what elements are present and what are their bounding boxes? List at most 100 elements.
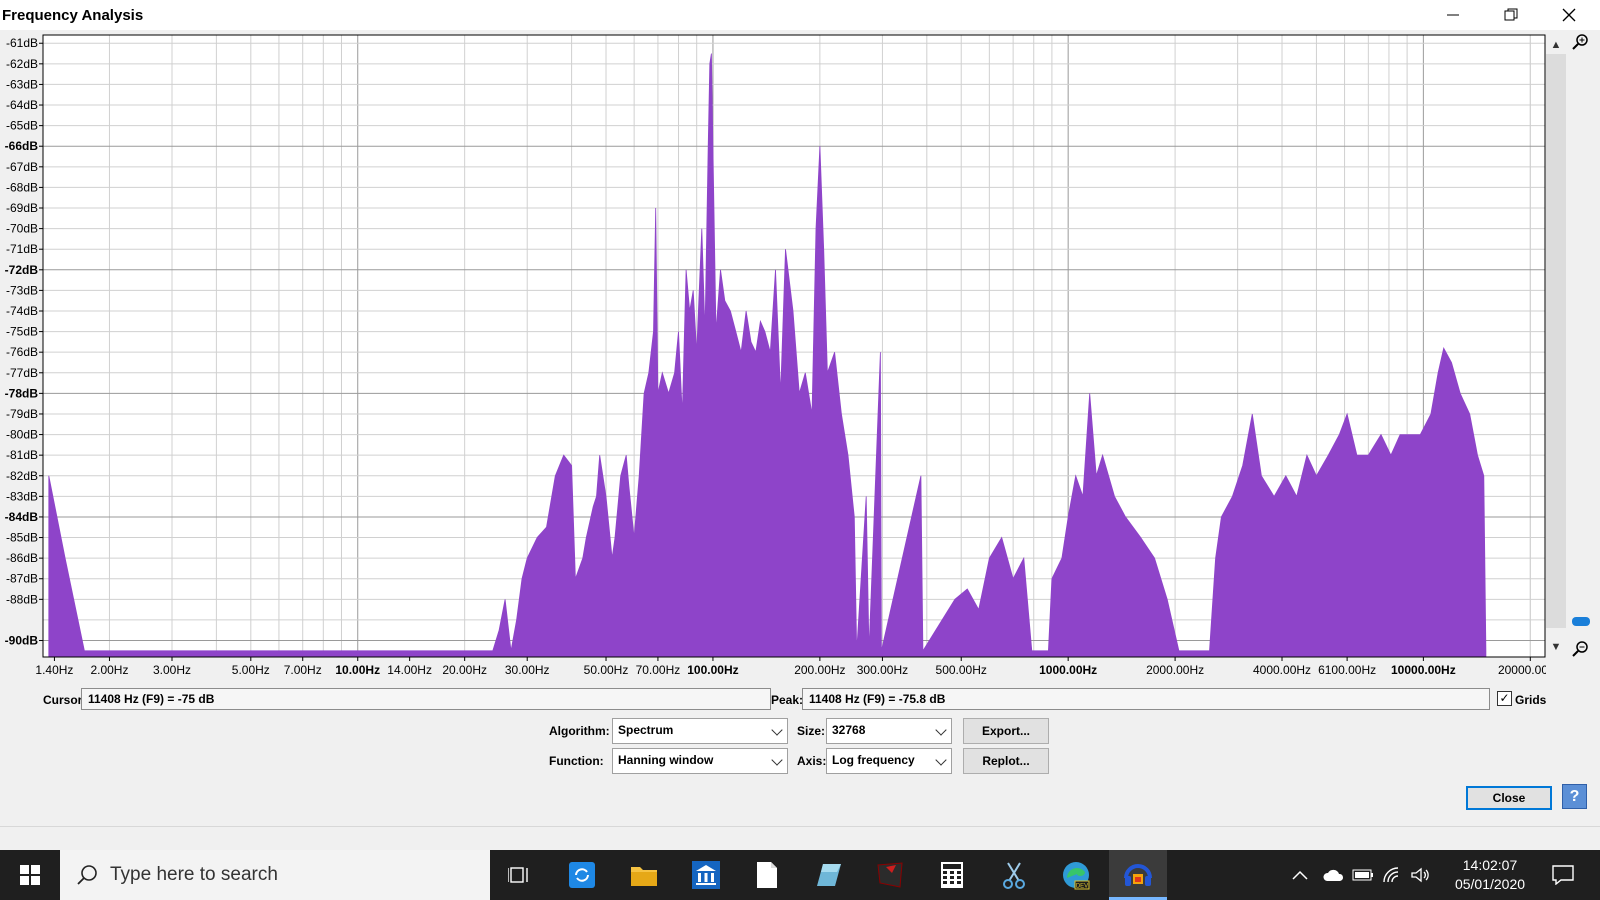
x-tick-label: 2.00Hz bbox=[90, 663, 128, 677]
taskbar-notepad[interactable] bbox=[738, 850, 796, 900]
export-button[interactable]: Export... bbox=[963, 718, 1049, 744]
y-tick-label: -90dB bbox=[5, 634, 39, 648]
editor-app-icon bbox=[817, 864, 841, 886]
taskbar-app-sync[interactable] bbox=[553, 850, 611, 900]
battery-tray[interactable] bbox=[1352, 850, 1374, 900]
svg-text:DEV: DEV bbox=[1076, 884, 1088, 890]
clock-time: 14:02:07 bbox=[1462, 857, 1518, 873]
notification-icon bbox=[1552, 865, 1574, 885]
taskbar-file-explorer[interactable] bbox=[615, 850, 673, 900]
clock-date: 05/01/2020 bbox=[1454, 876, 1526, 892]
x-tick-label: 20000.00Hz bbox=[1498, 663, 1546, 677]
taskbar-app-game[interactable] bbox=[861, 850, 919, 900]
replot-button[interactable]: Replot... bbox=[963, 748, 1049, 774]
y-tick-label: -79dB bbox=[6, 407, 38, 421]
x-tick-label: 10.00Hz bbox=[335, 663, 380, 677]
taskbar-clock[interactable]: 14:02:07 05/01/2020 bbox=[1445, 856, 1535, 894]
taskbar-calculator[interactable] bbox=[923, 850, 981, 900]
x-tick-label: 300.00Hz bbox=[857, 663, 908, 677]
cursor-readout: 11408 Hz (F9) = -75 dB bbox=[81, 688, 771, 710]
y-tick-label: -87dB bbox=[6, 572, 38, 586]
algorithm-select[interactable]: Spectrum bbox=[612, 718, 788, 744]
restore-button[interactable] bbox=[1482, 0, 1540, 30]
y-tick-label: -73dB bbox=[6, 283, 38, 297]
tray-overflow-button[interactable] bbox=[1292, 850, 1308, 900]
game-app-icon bbox=[877, 862, 903, 888]
y-tick-label: -62dB bbox=[6, 57, 38, 71]
y-tick-label: -71dB bbox=[6, 242, 38, 256]
y-tick-label: -81dB bbox=[6, 448, 38, 462]
windows-logo-icon bbox=[20, 865, 40, 885]
document-icon bbox=[757, 862, 777, 888]
minimize-button[interactable] bbox=[1424, 0, 1482, 30]
x-tick-label: 70.00Hz bbox=[636, 663, 681, 677]
grids-checkbox[interactable]: ✓ bbox=[1497, 691, 1512, 706]
audacity-icon bbox=[1124, 863, 1152, 886]
scroll-up-arrow-icon[interactable]: ▲ bbox=[1549, 38, 1563, 52]
zoom-slider-thumb[interactable] bbox=[1572, 617, 1590, 626]
volume-tray[interactable] bbox=[1411, 850, 1431, 900]
action-center-button[interactable] bbox=[1552, 850, 1574, 900]
x-tick-label: 200.00Hz bbox=[794, 663, 845, 677]
search-icon bbox=[77, 865, 97, 885]
y-tick-label: -67dB bbox=[6, 160, 38, 174]
axis-value: Log frequency bbox=[832, 753, 915, 767]
zoom-out-icon[interactable] bbox=[1571, 640, 1589, 658]
peak-label: Peak: bbox=[771, 693, 804, 707]
taskbar-snipping-tool[interactable] bbox=[985, 850, 1043, 900]
taskbar-edge-dev[interactable]: DEV bbox=[1047, 850, 1105, 900]
close-window-button[interactable] bbox=[1540, 0, 1598, 30]
chevron-down-icon bbox=[771, 754, 783, 766]
y-tick-label: -88dB bbox=[6, 592, 38, 606]
cursor-label: Cursor: bbox=[43, 693, 87, 707]
taskbar-app-bank[interactable] bbox=[677, 850, 735, 900]
task-view-button[interactable] bbox=[490, 850, 548, 900]
chevron-up-icon bbox=[1292, 870, 1308, 880]
taskbar-search[interactable]: Type here to search bbox=[60, 850, 490, 900]
y-tick-label: -75dB bbox=[6, 325, 38, 339]
y-tick-label: -61dB bbox=[6, 36, 38, 50]
size-label: Size: bbox=[797, 724, 826, 738]
grids-label: Grids bbox=[1515, 693, 1547, 707]
window-title: Frequency Analysis bbox=[2, 7, 144, 24]
speaker-icon bbox=[1411, 867, 1429, 883]
help-button[interactable]: ? bbox=[1562, 784, 1587, 809]
close-button[interactable]: Close bbox=[1466, 786, 1552, 810]
cloud-icon bbox=[1323, 869, 1344, 881]
y-tick-label: -65dB bbox=[6, 119, 38, 133]
y-tick-label: -72dB bbox=[5, 263, 39, 277]
function-select[interactable]: Hanning window bbox=[612, 748, 788, 774]
chevron-down-icon bbox=[771, 724, 783, 736]
x-tick-label: 7.00Hz bbox=[284, 663, 322, 677]
y-tick-label: -86dB bbox=[6, 551, 38, 565]
scroll-down-arrow-icon[interactable]: ▼ bbox=[1549, 640, 1563, 654]
taskbar-audacity[interactable] bbox=[1109, 850, 1167, 900]
x-tick-label: 30.00Hz bbox=[505, 663, 550, 677]
scissors-icon bbox=[1003, 862, 1025, 889]
vertical-scrollbar[interactable] bbox=[1546, 54, 1566, 628]
axis-select[interactable]: Log frequency bbox=[826, 748, 952, 774]
y-tick-label: -78dB bbox=[5, 386, 39, 400]
task-view-icon bbox=[508, 867, 528, 883]
y-tick-label: -83dB bbox=[6, 489, 38, 503]
x-tick-label: 2000.00Hz bbox=[1146, 663, 1204, 677]
calculator-icon bbox=[941, 862, 963, 888]
y-tick-label: -76dB bbox=[6, 345, 38, 359]
size-select[interactable]: 32768 bbox=[826, 718, 952, 744]
zoom-in-icon[interactable] bbox=[1571, 33, 1589, 51]
function-label: Function: bbox=[549, 754, 604, 768]
onedrive-tray[interactable] bbox=[1322, 850, 1344, 900]
frequency-spectrum-plot[interactable]: -61dB -62dB -63dB -64dB -65dB -66dB -67dB -68dB… bbox=[0, 30, 1546, 682]
taskbar-app-editor[interactable] bbox=[800, 850, 858, 900]
restore-icon bbox=[1504, 8, 1518, 21]
y-tick-label: -63dB bbox=[6, 77, 38, 91]
start-button[interactable] bbox=[0, 850, 60, 900]
bank-icon bbox=[692, 861, 720, 889]
x-tick-label: 50.00Hz bbox=[584, 663, 629, 677]
folder-icon bbox=[631, 867, 657, 886]
x-tick-label: 3.00Hz bbox=[153, 663, 191, 677]
search-placeholder: Type here to search bbox=[110, 864, 278, 885]
algorithm-label: Algorithm: bbox=[549, 724, 610, 738]
wifi-tray[interactable] bbox=[1382, 850, 1402, 900]
y-tick-label: -70dB bbox=[6, 222, 38, 236]
